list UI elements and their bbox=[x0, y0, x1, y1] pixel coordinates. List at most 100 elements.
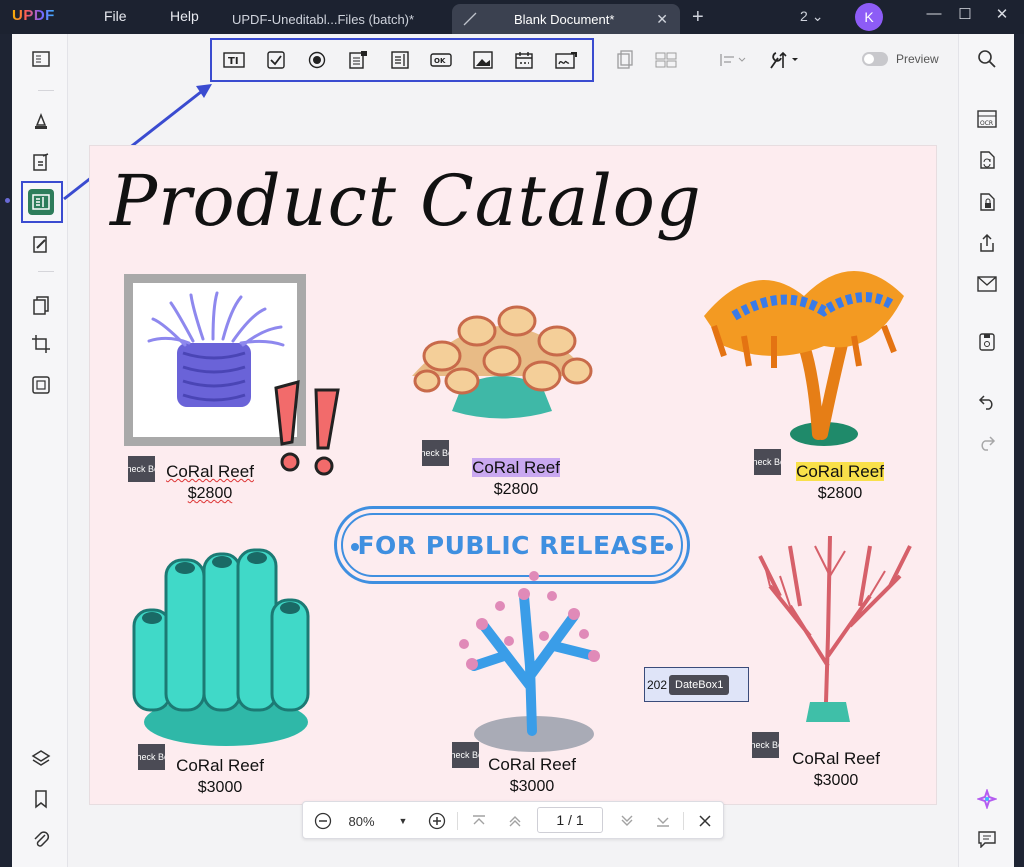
blue-pink-coral-image bbox=[459, 571, 600, 752]
save-icon[interactable] bbox=[974, 329, 1000, 355]
tab-blank-document[interactable]: Blank Document* ✕ bbox=[452, 4, 680, 34]
duplicate-icon[interactable] bbox=[614, 50, 636, 70]
button-field-icon[interactable]: OK bbox=[430, 50, 452, 70]
divider bbox=[38, 271, 54, 272]
attachment-icon[interactable] bbox=[28, 826, 54, 852]
product-name: CoRal Reef bbox=[796, 462, 884, 481]
avatar[interactable]: K bbox=[855, 3, 883, 31]
stamp-text: FOR PUBLIC RELEASE bbox=[357, 530, 667, 560]
product-price: $2800 bbox=[187, 485, 233, 502]
product-name: CoRal Reef bbox=[166, 462, 254, 481]
bookmark-icon[interactable] bbox=[28, 786, 54, 812]
stamp-dot bbox=[351, 543, 359, 551]
checkbox-field[interactable]: Check Box bbox=[422, 440, 449, 466]
product-price: $3000 bbox=[813, 772, 859, 789]
last-page-icon[interactable] bbox=[651, 810, 675, 832]
zoom-out-icon[interactable] bbox=[311, 810, 335, 832]
svg-text:OCR: OCR bbox=[980, 120, 993, 127]
redo-icon[interactable] bbox=[974, 430, 1000, 456]
zoom-in-icon[interactable] bbox=[425, 810, 449, 832]
signature-field-icon[interactable] bbox=[555, 50, 577, 70]
checkbox-field[interactable]: Check Box bbox=[754, 449, 781, 475]
red-fan-coral-image bbox=[758, 535, 912, 722]
divider bbox=[457, 812, 458, 830]
new-tab-icon[interactable]: + bbox=[692, 6, 704, 29]
panel-indicator bbox=[5, 198, 10, 203]
product-price: $3000 bbox=[509, 778, 555, 795]
svg-text:TI: TI bbox=[228, 56, 239, 67]
chevron-down-icon: ▼ bbox=[398, 816, 408, 826]
preview-label: Preview bbox=[896, 52, 939, 66]
checkbox-field[interactable]: Check Box bbox=[752, 732, 779, 758]
undo-icon[interactable] bbox=[974, 389, 1000, 415]
grid-icon[interactable] bbox=[655, 50, 677, 70]
email-icon[interactable] bbox=[974, 271, 1000, 297]
image-field-icon[interactable] bbox=[472, 50, 494, 70]
title-bar: UPDF File Help UPDF-Uneditabl...Files (b… bbox=[0, 0, 1024, 34]
search-icon[interactable] bbox=[974, 46, 1000, 72]
page-number-input[interactable]: 1 / 1 bbox=[537, 807, 603, 833]
layers-icon[interactable] bbox=[28, 745, 54, 771]
product-name: CoRal Reef bbox=[472, 458, 560, 477]
ocr-icon[interactable]: OCR bbox=[974, 106, 1000, 132]
svg-text:OK: OK bbox=[434, 57, 446, 65]
product-price: $2800 bbox=[493, 481, 539, 498]
date-value: 202 bbox=[647, 678, 668, 692]
app-logo[interactable]: UPDF bbox=[12, 7, 55, 24]
right-sidebar: OCR bbox=[958, 34, 1014, 867]
align-icon[interactable] bbox=[718, 50, 748, 70]
zoom-value: 80% bbox=[348, 813, 375, 829]
share-icon[interactable] bbox=[974, 230, 1000, 256]
product-name: CoRal Reef bbox=[488, 755, 576, 774]
product-price: $3000 bbox=[197, 779, 243, 796]
mushroom-coral-image bbox=[412, 305, 593, 419]
menu-file[interactable]: File bbox=[104, 8, 127, 24]
sign-icon[interactable] bbox=[28, 231, 54, 257]
document-page[interactable]: Product Catalog Check Box CoRal Reef $28… bbox=[90, 146, 936, 804]
zoom-select[interactable]: 80% ▼ bbox=[343, 810, 413, 832]
close-tab-icon[interactable]: ✕ bbox=[656, 11, 668, 28]
page-navigation-bar: 80% ▼ 1 / 1 bbox=[302, 801, 724, 839]
organize-pages-icon[interactable] bbox=[28, 292, 54, 318]
previous-page-icon[interactable] bbox=[503, 810, 527, 832]
product-name: CoRal Reef bbox=[176, 756, 264, 775]
ai-assistant-icon[interactable] bbox=[974, 786, 1000, 812]
tools-icon[interactable] bbox=[768, 50, 800, 70]
crop-icon[interactable] bbox=[28, 331, 54, 357]
radio-button-icon[interactable] bbox=[306, 50, 328, 70]
tube-coral-image bbox=[132, 548, 310, 746]
tab-label: Blank Document* bbox=[514, 11, 615, 27]
stamp-dot bbox=[665, 543, 673, 551]
chevron-down-icon: ⌄ bbox=[811, 8, 824, 24]
divider bbox=[683, 812, 684, 830]
checkbox-icon[interactable] bbox=[265, 50, 287, 70]
comment-icon[interactable] bbox=[974, 826, 1000, 852]
first-page-icon[interactable] bbox=[467, 810, 491, 832]
date-field[interactable]: 202 DateBox1 bbox=[644, 667, 749, 702]
reader-icon[interactable] bbox=[28, 46, 54, 72]
exclamation-sticker bbox=[274, 379, 340, 476]
product-name: CoRal Reef bbox=[792, 749, 880, 768]
product-price: $2800 bbox=[817, 485, 863, 502]
minimize-icon[interactable]: — bbox=[924, 5, 944, 25]
page-title: Product Catalog bbox=[110, 160, 702, 242]
convert-icon[interactable] bbox=[28, 372, 54, 398]
toggle-switch[interactable] bbox=[862, 52, 888, 66]
edit-off-icon bbox=[463, 12, 477, 26]
protect-icon[interactable] bbox=[974, 189, 1000, 215]
dropdown-field-icon[interactable] bbox=[347, 50, 369, 70]
preview-toggle[interactable]: Preview bbox=[862, 52, 939, 66]
close-window-icon[interactable]: ✕ bbox=[992, 5, 1012, 25]
date-field-icon[interactable] bbox=[513, 50, 535, 70]
tab-label: UPDF-Uneditabl...Files (batch)* bbox=[232, 11, 415, 27]
convert-pdf-icon[interactable] bbox=[974, 147, 1000, 173]
menu-help[interactable]: Help bbox=[170, 8, 199, 24]
tab-batch-files[interactable]: UPDF-Uneditabl...Files (batch)* bbox=[232, 4, 447, 34]
next-page-icon[interactable] bbox=[615, 810, 639, 832]
text-field-icon[interactable]: TI bbox=[223, 50, 245, 70]
window-count[interactable]: 2 ⌄ bbox=[800, 8, 823, 25]
datebox-tag: DateBox1 bbox=[669, 675, 730, 695]
close-navigation-icon[interactable] bbox=[693, 810, 717, 832]
maximize-icon[interactable]: ☐ bbox=[955, 5, 975, 25]
list-box-icon[interactable] bbox=[389, 50, 411, 70]
